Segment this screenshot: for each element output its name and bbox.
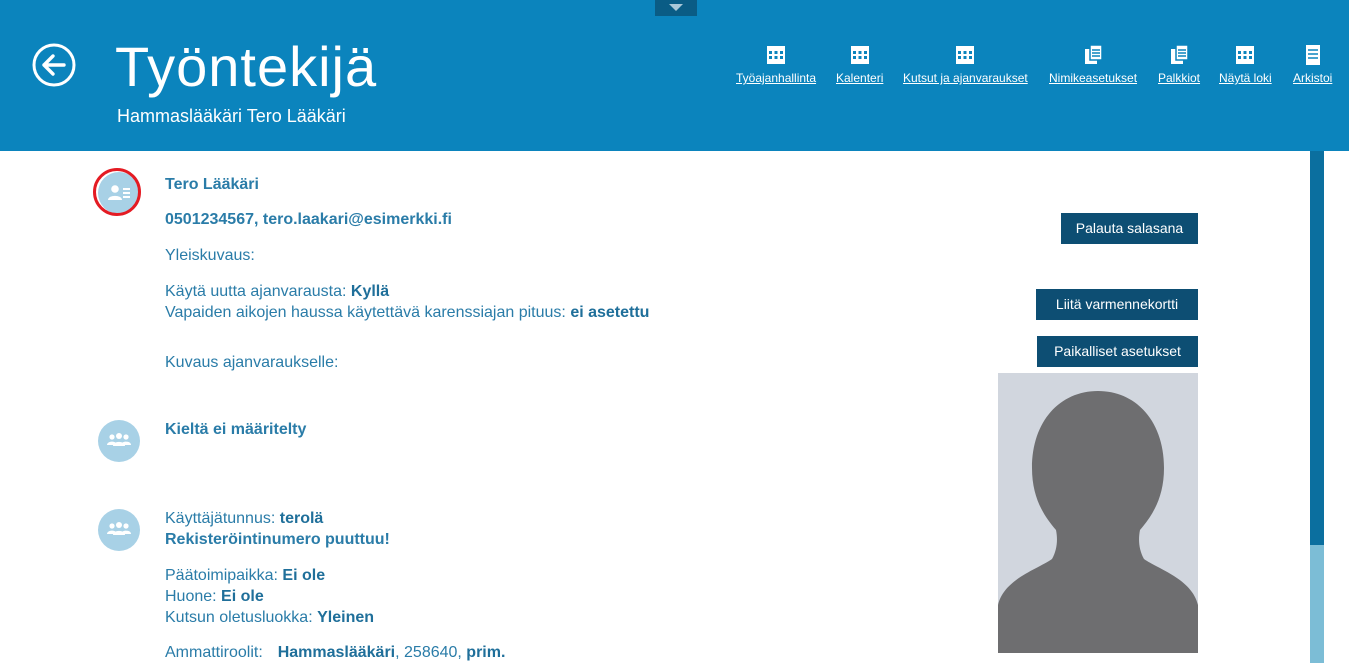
toolbar-label: Työajanhallinta	[736, 71, 817, 85]
highlight-ring	[93, 168, 141, 216]
toolbar-tyoajanhallinta[interactable]: Työajanhallinta	[736, 44, 816, 85]
username-label: Käyttäjätunnus:	[165, 510, 276, 527]
toolbar-label: Kutsut ja ajanvaraukset	[903, 71, 1028, 85]
page-title: Työntekijä	[115, 35, 378, 98]
toolbar-label: Nimikeasetukset	[1049, 71, 1138, 85]
grace-period-row: Vapaiden aikojen haussa käytettävä karen…	[165, 304, 649, 322]
role-name[interactable]: Hammaslääkäri	[278, 644, 395, 661]
username-value: terolä	[279, 510, 324, 527]
account-avatar	[98, 509, 140, 551]
toolbar-kutsut-ja-ajanvaraukset[interactable]: Kutsut ja ajanvaraukset	[903, 44, 1028, 85]
attach-card-button[interactable]: Liitä varmennekortti	[1036, 289, 1198, 320]
document-icon	[1305, 45, 1320, 65]
main-location-label: Päätoimipaikka:	[165, 567, 278, 584]
app-header: Työntekijä Hammaslääkäri Tero Lääkäri Ty…	[0, 0, 1349, 151]
documents-icon	[1171, 44, 1189, 64]
calendar-icon	[850, 46, 869, 64]
toolbar-arkistoi[interactable]: Arkistoi	[1293, 44, 1332, 85]
toolbar-label: Näytä loki	[1219, 71, 1272, 85]
calendar-icon	[767, 46, 786, 64]
reset-password-button[interactable]: Palauta salasana	[1061, 213, 1198, 244]
local-settings-button[interactable]: Paikalliset asetukset	[1037, 336, 1198, 367]
header-collapse-toggle[interactable]	[655, 0, 697, 16]
scrollbar-track[interactable]	[1310, 545, 1324, 663]
toolbar-nayta-loki[interactable]: Näytä loki	[1219, 44, 1272, 85]
call-class-row: Kutsun oletusluokka: Yleinen	[165, 609, 374, 627]
employee-photo[interactable]	[998, 373, 1198, 653]
role-type: prim.	[466, 644, 506, 661]
room-value: Ei ole	[221, 588, 264, 605]
toolbar-kalenteri[interactable]: Kalenteri	[836, 44, 883, 85]
person-silhouette-icon	[998, 391, 1198, 653]
back-button[interactable]	[31, 42, 77, 88]
new-booking-row: Käytä uutta ajanvarausta: Kyllä	[165, 283, 389, 301]
page-subtitle: Hammaslääkäri Tero Lääkäri	[117, 106, 346, 126]
calendar-icon	[1236, 46, 1255, 64]
chevron-down-icon	[669, 4, 683, 11]
registration-warning: Rekisteröintinumero puuttuu!	[165, 531, 390, 548]
role-code: , 258640,	[395, 644, 467, 661]
calendar-icon	[956, 46, 975, 64]
booking-description-label: Kuvaus ajanvaraukselle:	[165, 354, 339, 371]
group-icon	[107, 433, 131, 446]
group-icon	[107, 522, 131, 535]
grace-period-value: ei asetettu	[570, 304, 650, 321]
toolbar-label: Arkistoi	[1293, 71, 1333, 85]
employee-name: Tero Lääkäri	[165, 176, 259, 193]
call-class-label: Kutsun oletusluokka:	[165, 609, 313, 626]
grace-period-label: Vapaiden aikojen haussa käytettävä karen…	[165, 304, 566, 321]
languages-avatar	[98, 420, 140, 462]
employee-contact: 0501234567, tero.laakari@esimerkki.fi	[165, 211, 452, 228]
toolbar-label: Palkkiot	[1158, 71, 1201, 85]
general-description-label: Yleiskuvaus:	[165, 247, 255, 264]
new-booking-value: Kyllä	[350, 283, 390, 300]
room-label: Huone:	[165, 588, 217, 605]
toolbar-label: Kalenteri	[836, 71, 884, 85]
username-row: Käyttäjätunnus: terolä	[165, 510, 323, 528]
call-class-value: Yleinen	[317, 609, 375, 626]
roles-row: Ammattiroolit: Hammaslääkäri, 258640, pr…	[165, 644, 505, 662]
new-booking-label: Käytä uutta ajanvarausta:	[165, 283, 347, 300]
documents-icon	[1085, 44, 1103, 64]
main-location-value: Ei ole	[282, 567, 326, 584]
arrow-left-icon	[32, 43, 76, 87]
room-row: Huone: Ei ole	[165, 588, 264, 606]
roles-label: Ammattiroolit:	[165, 644, 263, 661]
languages-text: Kieltä ei määritelty	[165, 421, 307, 438]
toolbar-nimikeasetukset[interactable]: Nimikeasetukset	[1049, 44, 1137, 85]
main-location-row: Päätoimipaikka: Ei ole	[165, 567, 325, 585]
toolbar-palkkiot[interactable]: Palkkiot	[1158, 44, 1200, 85]
